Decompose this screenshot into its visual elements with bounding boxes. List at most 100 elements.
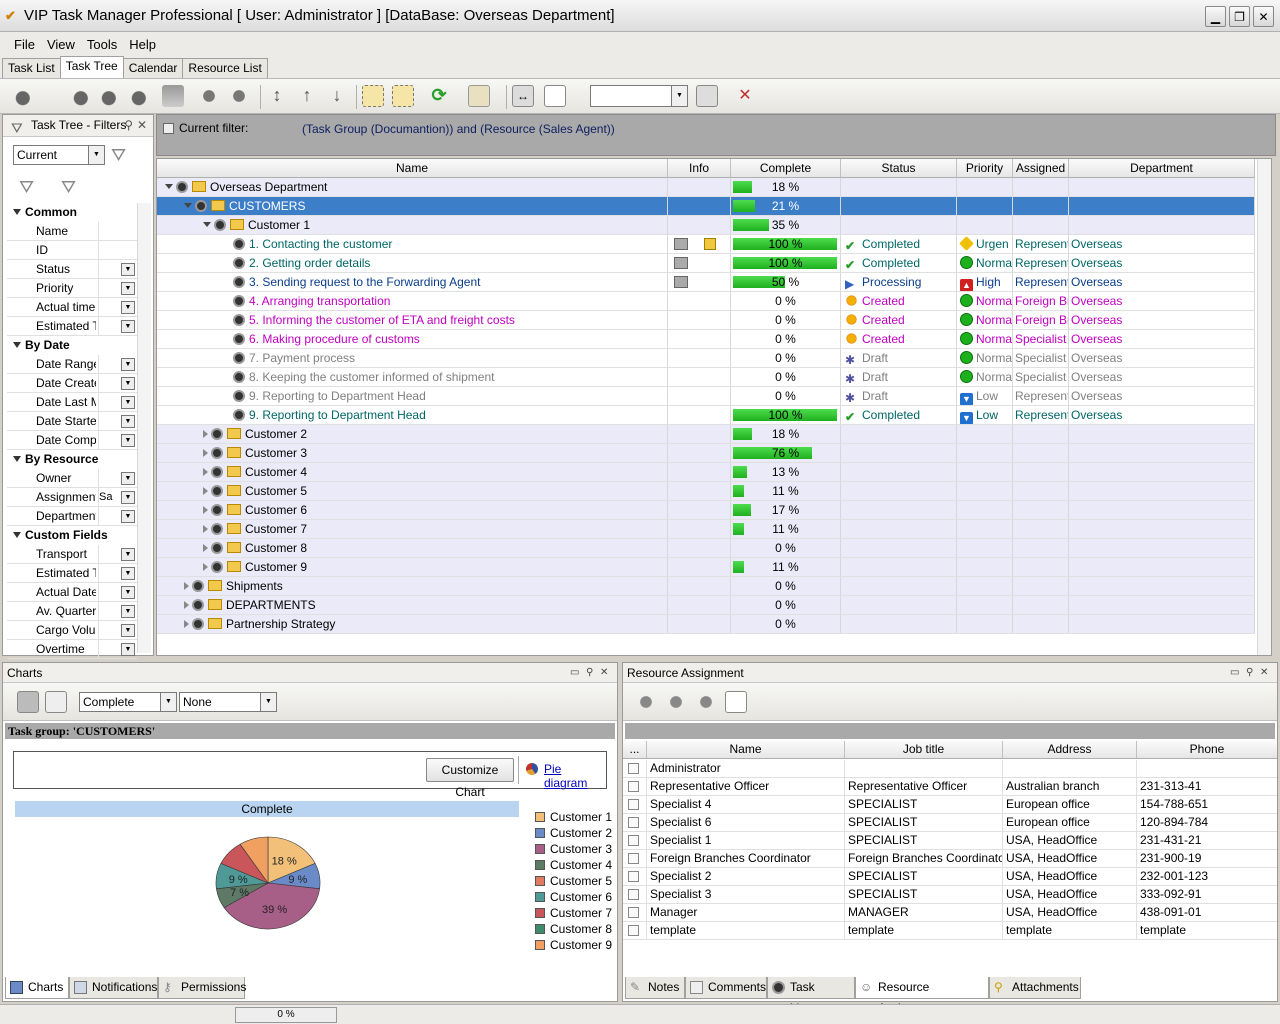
ungroup-icon[interactable]: [228, 85, 250, 107]
edit-task-icon[interactable]: [72, 85, 94, 107]
filter-field[interactable]: Transport ▼: [7, 545, 137, 564]
col-complete[interactable]: Complete: [731, 159, 841, 178]
filter-field-value[interactable]: ▼: [98, 412, 137, 430]
dropdown-arrow-icon[interactable]: ▼: [121, 282, 135, 295]
col-assigned[interactable]: Assigned: [1013, 159, 1069, 178]
print-options-icon[interactable]: [468, 85, 490, 107]
resource-row[interactable]: Representative Officer Representative Of…: [623, 778, 1277, 796]
tree-row[interactable]: 8. Keeping the customer informed of ship…: [157, 368, 1255, 387]
pin-icon[interactable]: ⚲: [1246, 667, 1257, 678]
resource-row[interactable]: Specialist 4 SPECIALIST European office …: [623, 796, 1277, 814]
filter-field-value[interactable]: ▼: [98, 621, 137, 639]
dropdown-arrow-icon[interactable]: ▼: [121, 567, 135, 580]
dropdown-arrow-icon[interactable]: ▼: [121, 510, 135, 523]
filter-field[interactable]: Department ▼: [7, 507, 137, 526]
collapse-toggle-icon[interactable]: [165, 184, 173, 189]
resource-row[interactable]: Foreign Branches Coordinator Foreign Bra…: [623, 850, 1277, 868]
dropdown-arrow-icon[interactable]: ▼: [121, 415, 135, 428]
tree-row[interactable]: DEPARTMENTS 0 %: [157, 596, 1255, 615]
expand-toggle-icon[interactable]: [203, 544, 208, 552]
assign-resource-icon[interactable]: [635, 691, 657, 713]
close-panel-icon[interactable]: ✕: [1260, 667, 1271, 678]
tree-row[interactable]: 4. Arranging transportation 0 % Created …: [157, 292, 1255, 311]
filter-category[interactable]: Common: [7, 203, 137, 222]
new-task-icon[interactable]: [14, 85, 36, 107]
tree-row[interactable]: 7. Payment process 0 % ✱ Draft Norma Spec…: [157, 349, 1255, 368]
menu-help[interactable]: Help: [129, 37, 156, 52]
filter-field-value[interactable]: ▼: [98, 640, 137, 658]
tree-row[interactable]: 9. Reporting to Department Head 100 % ✔ C…: [157, 406, 1255, 425]
resource-row[interactable]: Specialist 2 SPECIALIST USA, HeadOffice …: [623, 868, 1277, 886]
expand-toggle-icon[interactable]: [184, 620, 189, 628]
tab-notifications[interactable]: Notifications: [69, 977, 158, 999]
tab-comments[interactable]: Comments: [685, 977, 767, 999]
dropdown-arrow-icon[interactable]: ▼: [121, 396, 135, 409]
dropdown-arrow-icon[interactable]: ▼: [121, 377, 135, 390]
filter-field[interactable]: Cargo Volum ▼: [7, 621, 137, 640]
filter-field-value[interactable]: ▼: [98, 260, 137, 278]
edit-properties-icon[interactable]: [100, 85, 122, 107]
filter-category[interactable]: Custom Fields: [7, 526, 137, 545]
filter-field[interactable]: Overtime ▼: [7, 640, 137, 659]
customize-chart-button[interactable]: Customize Chart: [426, 758, 514, 799]
expand-toggle-icon[interactable]: [203, 563, 208, 571]
clear-icon[interactable]: ✕: [734, 85, 756, 107]
expand-toggle-icon[interactable]: [203, 468, 208, 476]
filter-field[interactable]: Priority ▼: [7, 279, 137, 298]
filter-field-value[interactable]: [98, 222, 137, 240]
dropdown-arrow-icon[interactable]: ▼: [121, 643, 135, 656]
tab-charts[interactable]: Charts: [5, 977, 69, 999]
funnel-add-icon[interactable]: ⛛: [19, 177, 34, 198]
col-select[interactable]: ...: [623, 741, 647, 758]
filter-field-value[interactable]: ▼: [98, 393, 137, 411]
tab-resource-assignment[interactable]: ☺Resource Assignment: [855, 977, 989, 1015]
delete-task-icon[interactable]: [130, 85, 152, 107]
close-panel-icon[interactable]: ✕: [137, 115, 147, 136]
filter-field-value[interactable]: ▼: [98, 564, 137, 582]
print-icon[interactable]: [17, 691, 39, 713]
filter-category[interactable]: By Date: [7, 336, 137, 355]
expand-toggle-icon[interactable]: [203, 430, 208, 438]
resource-row[interactable]: template template template template: [623, 922, 1277, 940]
resource-checkbox[interactable]: [628, 799, 639, 810]
pin-icon[interactable]: ⚲: [124, 115, 133, 136]
filter-field[interactable]: Status ▼: [7, 260, 137, 279]
filter-view-select[interactable]: Current ▼: [13, 145, 105, 165]
move-up-icon[interactable]: ↑: [296, 85, 318, 107]
chart-field-select[interactable]: Complete ▼: [79, 692, 177, 712]
col-info[interactable]: Info: [668, 159, 731, 178]
col-address[interactable]: Address: [1003, 741, 1137, 758]
chart-group-select[interactable]: None ▼: [179, 692, 277, 712]
filter-field-value[interactable]: ▼: [98, 317, 137, 335]
float-icon[interactable]: ▭: [570, 667, 581, 678]
filter-field[interactable]: Date Startec ▼: [7, 412, 137, 431]
minimize-button[interactable]: ▁: [1205, 6, 1226, 27]
tab-calendar[interactable]: Calendar: [122, 58, 184, 78]
tree-row[interactable]: Overseas Department 18 %: [157, 178, 1255, 197]
tree-row[interactable]: Customer 7 11 %: [157, 520, 1255, 539]
filter-field-value[interactable]: ▼: [98, 298, 137, 316]
tree-row[interactable]: Customer 1 35 %: [157, 216, 1255, 235]
export-icon[interactable]: [696, 85, 718, 107]
expand-toggle-icon[interactable]: [203, 449, 208, 457]
filter-field-value[interactable]: Sa ▼: [98, 488, 137, 506]
dropdown-arrow-icon[interactable]: ▼: [121, 605, 135, 618]
resource-checkbox[interactable]: [628, 853, 639, 864]
report-icon[interactable]: [544, 85, 566, 107]
resource-row[interactable]: Specialist 6 SPECIALIST European office …: [623, 814, 1277, 832]
expand-toggle-icon[interactable]: [184, 582, 189, 590]
tree-row[interactable]: Partnership Strategy 0 %: [157, 615, 1255, 634]
tree-row[interactable]: Customer 6 17 %: [157, 501, 1255, 520]
funnel-apply-icon[interactable]: ⛛: [111, 145, 126, 166]
fit-width-icon[interactable]: ↔: [512, 85, 534, 107]
tree-row[interactable]: 2. Getting order details 100 % ✔ Complete…: [157, 254, 1255, 273]
resource-row[interactable]: Specialist 1 SPECIALIST USA, HeadOffice …: [623, 832, 1277, 850]
filter-field[interactable]: Av. Quarter ▼: [7, 602, 137, 621]
remove-resource-icon[interactable]: [695, 691, 717, 713]
tree-row[interactable]: Customer 3 76 %: [157, 444, 1255, 463]
tree-row[interactable]: Customer 5 11 %: [157, 482, 1255, 501]
resource-checkbox[interactable]: [628, 871, 639, 882]
resource-row[interactable]: Specialist 3 SPECIALIST USA, HeadOffice …: [623, 886, 1277, 904]
tree-row[interactable]: 9. Reporting to Department Head 0 % ✱ Dra…: [157, 387, 1255, 406]
filter-field-value[interactable]: [98, 241, 137, 259]
